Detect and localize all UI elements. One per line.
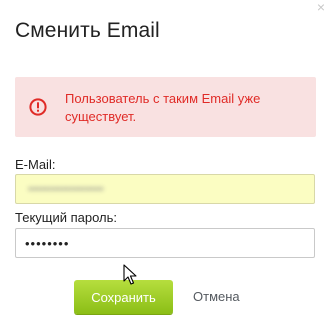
dialog-title: Сменить Email — [15, 19, 160, 42]
error-alert: Пользователь с таким Email уже существуе… — [15, 77, 316, 137]
alert-message: Пользователь с таким Email уже существуе… — [65, 91, 261, 124]
error-circle-icon — [29, 98, 47, 116]
mouse-pointer-icon — [123, 264, 137, 286]
password-label: Текущий пароль: — [15, 210, 118, 225]
cancel-link[interactable]: Отмена — [193, 289, 240, 304]
password-field[interactable] — [15, 228, 315, 258]
email-value-blurred: •••••••••••••••••• — [28, 182, 104, 196]
change-email-dialog: × Сменить Email Пользователь с таким Ema… — [0, 0, 331, 320]
close-icon[interactable]: × — [314, 0, 328, 14]
email-label: E-Mail: — [15, 157, 56, 172]
